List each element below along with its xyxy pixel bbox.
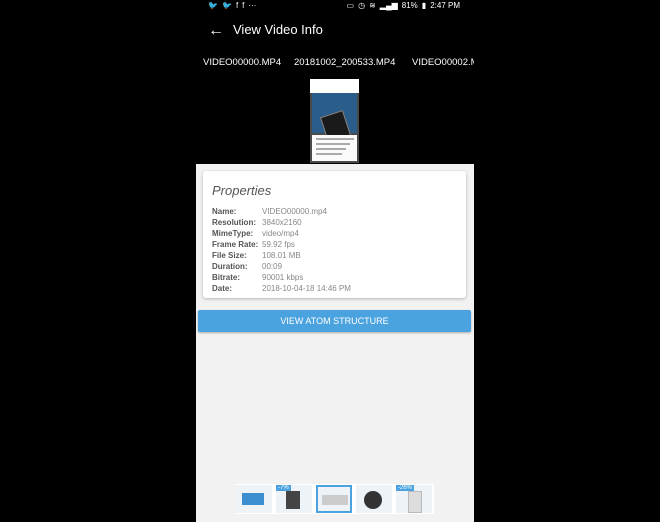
ad-item[interactable]: -26% [396, 485, 432, 513]
properties-title: Properties [212, 183, 272, 198]
video-preview-area [196, 77, 474, 164]
facebook-icon: f [242, 1, 245, 10]
ad-item[interactable] [316, 485, 352, 513]
ad-item[interactable] [356, 485, 392, 513]
ad-item[interactable] [236, 485, 272, 513]
phone-screen: 🐦 🐦 f f ··· ▭ ◷ ≋ ▂▄▆ 81% ▮ 2:47 PM ← Vi… [196, 0, 474, 522]
twitter-icon: 🐦 [221, 1, 232, 10]
tab-20181002-200533[interactable]: 20181002_200533.MP4 [294, 50, 395, 77]
property-key: Duration: [212, 262, 248, 271]
property-key: Bitrate: [212, 273, 241, 282]
property-value: VIDEO00000.mp4 [262, 207, 327, 216]
ad-item[interactable]: -7% [276, 485, 312, 513]
property-value: 2018-10-04-18 14:46 PM [262, 284, 351, 293]
thumbnail-image [312, 93, 357, 146]
property-value: 90001 kbps [262, 273, 304, 282]
thumbnail-header [310, 79, 359, 93]
thumbnail-text-area [312, 135, 357, 161]
battery-icon: ▮ [421, 1, 427, 10]
back-arrow-icon[interactable]: ← [205, 20, 227, 42]
property-value: 108.01 MB [262, 251, 301, 260]
clock: 2:47 PM [430, 1, 460, 10]
properties-card: Properties Name: VIDEO00000.mp4 Resoluti… [203, 171, 466, 298]
tab-video00000[interactable]: VIDEO00000.MP4 [203, 50, 281, 77]
twitter-icon: 🐦 [208, 1, 218, 10]
battery-percent: 81% [401, 1, 418, 10]
property-value: 3840x2160 [262, 218, 302, 227]
status-bar-left: 🐦 🐦 f f ··· [208, 1, 256, 10]
tab-video00002[interactable]: VIDEO00002.M [412, 50, 474, 77]
property-key: Name: [212, 207, 237, 216]
status-bar: 🐦 🐦 f f ··· ▭ ◷ ≋ ▂▄▆ 81% ▮ 2:47 PM [196, 0, 474, 13]
property-value: 59.92 fps [262, 240, 295, 249]
property-value: video/mp4 [262, 229, 299, 238]
signal-icon: ▂▄▆ [379, 1, 398, 10]
video-thumbnail[interactable] [310, 79, 359, 163]
property-key: File Size: [212, 251, 247, 260]
app-bar: ← View Video Info [196, 13, 474, 50]
property-value: 00:09 [262, 262, 283, 271]
facebook-icon: f [235, 1, 239, 10]
file-tabs: VIDEO00000.MP4 20181002_200533.MP4 VIDEO… [196, 50, 474, 77]
cast-icon: ▭ [346, 1, 355, 10]
ad-banner[interactable]: -7% -26% [236, 484, 434, 514]
view-atom-structure-button[interactable]: VIEW ATOM STRUCTURE [198, 310, 471, 332]
wifi-icon: ≋ [369, 1, 376, 10]
property-key: Frame Rate: [212, 240, 259, 249]
alarm-icon: ◷ [358, 1, 366, 10]
status-bar-right: ▭ ◷ ≋ ▂▄▆ 81% ▮ 2:47 PM [347, 1, 460, 10]
more-icon: ··· [248, 1, 257, 10]
property-key: MimeType: [212, 229, 254, 238]
property-key: Date: [212, 284, 233, 293]
property-key: Resolution: [212, 218, 256, 227]
page-title: View Video Info [233, 22, 323, 37]
